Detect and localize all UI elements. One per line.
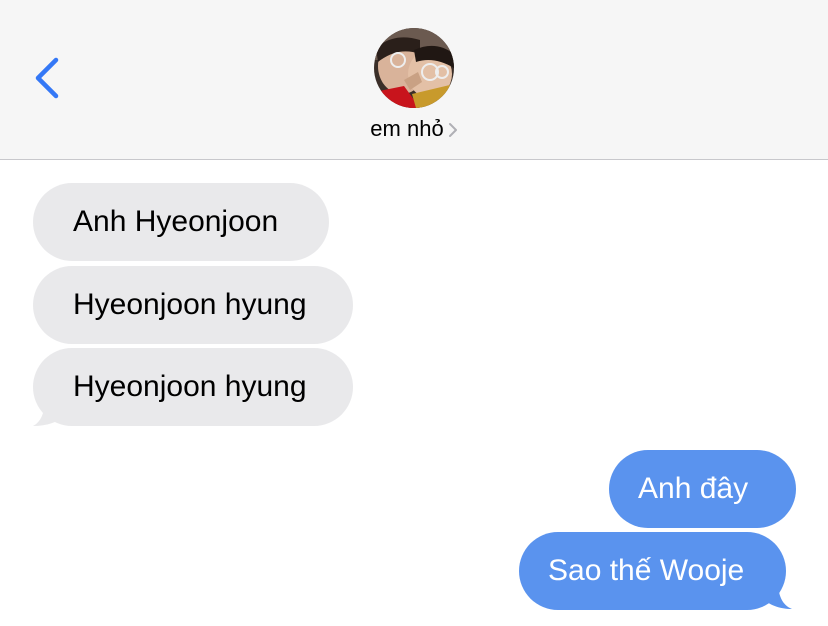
- message-text: Hyeonjoon hyung: [73, 370, 307, 403]
- incoming-message-bubble[interactable]: Hyeonjoon hyung: [33, 348, 353, 426]
- chevron-left-icon: [35, 57, 59, 99]
- outgoing-message-bubble[interactable]: Anh đây: [609, 450, 796, 528]
- contact-avatar[interactable]: [374, 28, 454, 108]
- outgoing-message-bubble[interactable]: Sao thế Wooje: [519, 532, 786, 610]
- incoming-message-bubble[interactable]: Hyeonjoon hyung: [33, 266, 353, 344]
- message-text: Hyeonjoon hyung: [73, 288, 307, 321]
- incoming-message-bubble[interactable]: Anh Hyeonjoon: [33, 183, 329, 261]
- contact-name-button[interactable]: em nhỏ: [0, 116, 828, 142]
- message-text: Anh đây: [638, 472, 749, 505]
- chevron-right-icon: [448, 123, 457, 138]
- avatar-photo: [374, 28, 454, 108]
- conversation-header: em nhỏ: [0, 0, 828, 160]
- message-text: Sao thế Wooje: [548, 554, 745, 587]
- back-button[interactable]: [28, 52, 68, 104]
- contact-name: em nhỏ: [370, 116, 444, 141]
- message-text: Anh Hyeonjoon: [73, 205, 279, 238]
